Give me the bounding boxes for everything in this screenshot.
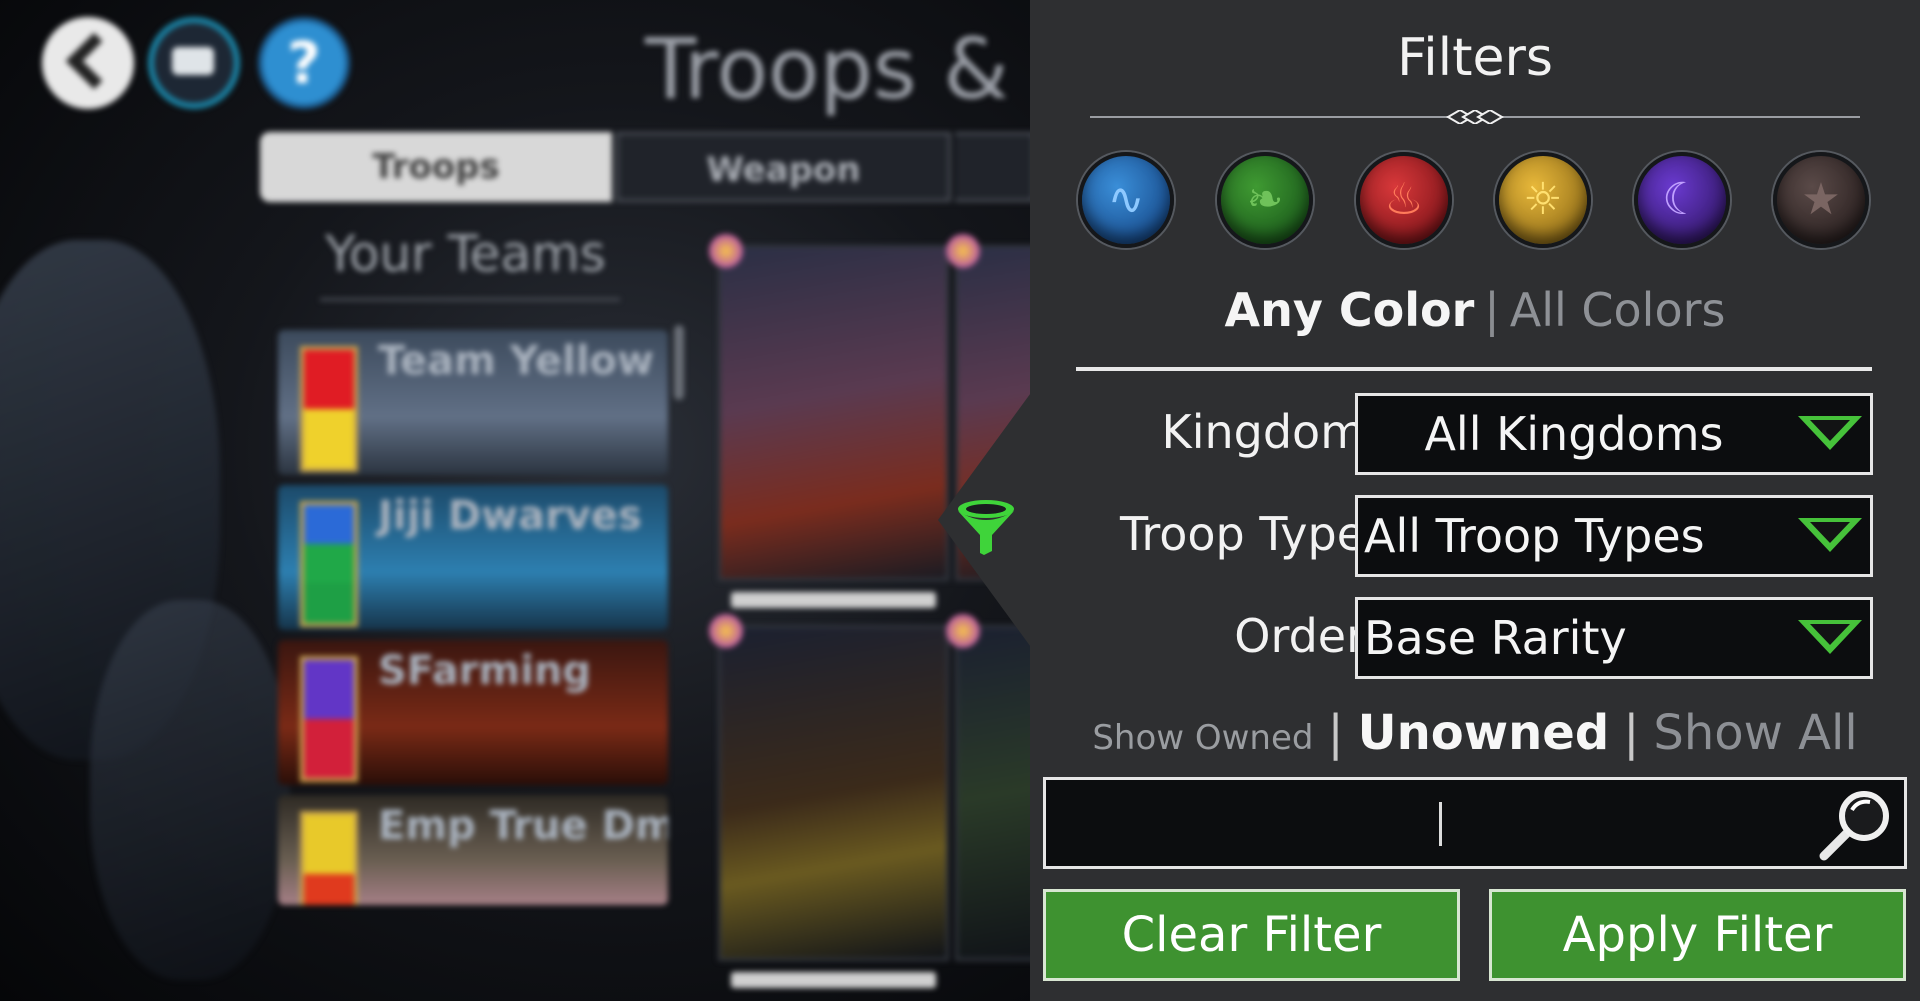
gem-icon xyxy=(946,234,980,268)
troop-type-dropdown[interactable]: All Troop Types xyxy=(1355,495,1873,577)
color-mode-toggle: Any Color | All Colors xyxy=(1030,283,1920,337)
funnel-icon[interactable] xyxy=(954,495,1018,559)
teams-divider xyxy=(320,298,620,301)
text-cursor xyxy=(1439,802,1442,846)
yellow-color-icon[interactable]: ☼ xyxy=(1495,152,1591,248)
ornament-divider xyxy=(1090,110,1860,124)
screen-title: Troops & T xyxy=(645,20,1030,118)
all-colors-option[interactable]: All Colors xyxy=(1510,283,1726,337)
apply-filter-button[interactable]: Apply Filter xyxy=(1489,889,1906,981)
team-name: Jiji Dwarves xyxy=(378,493,642,539)
ownership-toggle: Show Owned | Unowned | Show All xyxy=(1030,705,1920,761)
search-input[interactable] xyxy=(1056,788,1760,860)
team-banner xyxy=(300,346,358,472)
tab-troops[interactable]: Troops xyxy=(260,132,612,202)
team-banner xyxy=(300,501,358,627)
team-item[interactable]: Team Yellow xyxy=(278,330,668,475)
tab-weapon[interactable]: Weapon xyxy=(616,132,951,202)
order-label: Order xyxy=(1234,609,1365,663)
troop-card[interactable] xyxy=(709,614,949,988)
red-color-icon[interactable]: ♨ xyxy=(1356,152,1452,248)
troop-type-label: Troop Type xyxy=(1119,507,1365,561)
any-color-option[interactable]: Any Color xyxy=(1225,283,1475,337)
chevron-down-icon xyxy=(1798,416,1862,450)
team-name: Emp True Dmg xyxy=(378,803,668,849)
order-value: Base Rarity xyxy=(1364,611,1627,665)
search-icon[interactable] xyxy=(1816,786,1894,864)
troop-card[interactable] xyxy=(709,234,949,608)
brown-color-icon[interactable]: ★ xyxy=(1773,152,1869,248)
gem-icon xyxy=(709,614,743,648)
back-button[interactable] xyxy=(42,17,134,109)
purple-color-icon[interactable]: ☾ xyxy=(1634,152,1730,248)
troop-card[interactable] xyxy=(946,614,1030,961)
blue-color-icon[interactable]: ∿ xyxy=(1078,152,1174,248)
team-banner xyxy=(300,811,358,905)
tab-more[interactable] xyxy=(955,132,1030,202)
search-box[interactable] xyxy=(1043,777,1907,869)
help-icon[interactable]: ? xyxy=(258,17,350,109)
troop-type-value: All Troop Types xyxy=(1364,509,1705,563)
chevron-down-icon xyxy=(1798,518,1862,552)
clear-filter-button[interactable]: Clear Filter xyxy=(1043,889,1460,981)
ownership-separator: | xyxy=(1623,705,1640,761)
teams-scrollbar[interactable] xyxy=(674,325,684,400)
green-color-icon[interactable]: ❧ xyxy=(1217,152,1313,248)
card-bar xyxy=(731,592,936,608)
card-bar xyxy=(731,972,936,988)
gem-icon xyxy=(709,234,743,268)
color-mode-separator: | xyxy=(1484,283,1500,337)
team-banner xyxy=(300,656,358,782)
kingdom-label: Kingdom xyxy=(1161,405,1365,459)
unowned-option[interactable]: Unowned xyxy=(1358,705,1610,761)
team-item[interactable]: SFarming xyxy=(278,640,668,785)
kingdom-value: All Kingdoms xyxy=(1424,407,1724,461)
panel-title: Filters xyxy=(1397,28,1553,88)
background-game-screen: ? Troops & T Troops Weapon Your Teams Te… xyxy=(0,0,1030,1001)
team-item[interactable]: Emp True Dmg xyxy=(278,795,668,905)
order-dropdown[interactable]: Base Rarity xyxy=(1355,597,1873,679)
team-name: SFarming xyxy=(378,648,592,694)
team-name: Team Yellow xyxy=(378,338,654,384)
kingdom-dropdown[interactable]: All Kingdoms xyxy=(1355,393,1873,475)
section-divider xyxy=(1076,367,1872,371)
show-owned-option[interactable]: Show Owned xyxy=(1092,718,1313,758)
show-all-option[interactable]: Show All xyxy=(1653,705,1857,761)
teams-heading: Your Teams xyxy=(325,225,606,283)
filter-panel: Filters ∿ ❧ ♨ ☼ ☾ ★ Any Color | All Colors… xyxy=(1030,0,1920,1001)
team-item[interactable]: Jiji Dwarves xyxy=(278,485,668,630)
chat-icon[interactable] xyxy=(148,17,240,109)
chevron-down-icon xyxy=(1798,620,1862,654)
ownership-separator: | xyxy=(1327,705,1344,761)
